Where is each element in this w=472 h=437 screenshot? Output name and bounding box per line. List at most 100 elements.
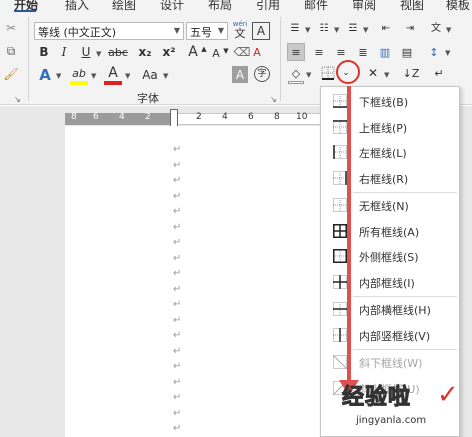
- chevron-down-icon[interactable]: ▼: [445, 49, 450, 57]
- chevron-down-icon[interactable]: ▼: [163, 72, 168, 80]
- chevron-down-icon[interactable]: ▼: [56, 72, 61, 80]
- italic-button[interactable]: I: [56, 44, 72, 60]
- chevron-down-icon[interactable]: ▼: [446, 26, 451, 34]
- annotation-arrow: [347, 86, 351, 382]
- chevron-down-icon[interactable]: ▼: [91, 72, 96, 80]
- chevron-down-icon[interactable]: ▼: [334, 26, 339, 34]
- tab-layout[interactable]: 布局: [208, 0, 232, 13]
- document-page[interactable]: [65, 126, 324, 437]
- menu-item-label: 无框线(N): [359, 200, 409, 213]
- line-spacing-icon[interactable]: ↕: [425, 43, 443, 61]
- chevron-down-icon[interactable]: ▼: [363, 26, 368, 34]
- chevron-down-icon: ▼: [173, 26, 180, 35]
- shrink-font-arrow-icon: ▼: [223, 46, 229, 55]
- justify-icon[interactable]: ≣: [354, 43, 372, 61]
- character-border-button[interactable]: A: [252, 22, 270, 40]
- menu-item-label: 右框线(R): [359, 172, 409, 186]
- bottom-border-icon: [333, 94, 347, 108]
- paragraph-mark: ↵: [173, 283, 182, 295]
- numbering-icon[interactable]: ☷: [316, 21, 332, 37]
- eraser-icon: ⌫: [233, 45, 251, 59]
- menu-item-inside-vertical-border[interactable]: 内部竖框线(V): [321, 323, 459, 348]
- paragraph-mark: ↵: [173, 221, 182, 233]
- menu-item-label: 上框线(P): [359, 121, 408, 135]
- tab-draw[interactable]: 绘图: [112, 0, 136, 13]
- menu-item-inside-borders[interactable]: 内部框线(I): [321, 270, 459, 295]
- chevron-down-icon[interactable]: ▼: [96, 50, 101, 58]
- chevron-down-icon[interactable]: ▼: [305, 26, 310, 34]
- shrink-font-button[interactable]: A: [210, 45, 222, 61]
- chinese-layout-icon[interactable]: 文: [428, 21, 444, 37]
- paragraph-mark: ↵: [173, 190, 182, 202]
- align-left-icon[interactable]: ≡: [287, 43, 305, 61]
- character-shading-button[interactable]: A: [232, 66, 248, 83]
- borders-button[interactable]: [320, 65, 336, 81]
- format-painter-icon[interactable]: 🖌: [3, 66, 19, 82]
- enclose-characters-button[interactable]: 字: [254, 66, 270, 82]
- show-formatting-icon[interactable]: ↵: [430, 65, 448, 81]
- superscript-button[interactable]: x²: [160, 44, 178, 60]
- grow-font-button[interactable]: A: [186, 43, 200, 61]
- shading-icon[interactable]: ◇: [288, 65, 304, 81]
- paragraph-mark: ↵: [173, 330, 182, 341]
- bold-button[interactable]: B: [36, 44, 52, 60]
- tab-insert[interactable]: 插入: [65, 0, 89, 13]
- paragraph-mark: ↵: [173, 407, 182, 419]
- highlight-button[interactable]: ab: [70, 65, 88, 81]
- grow-font-arrow-icon: ▲: [201, 44, 207, 53]
- ruler-number: 4: [119, 112, 125, 122]
- increase-indent-icon[interactable]: ⇥: [402, 21, 418, 37]
- ruler-number: 4: [222, 112, 228, 122]
- align-right-icon[interactable]: ≡: [332, 43, 350, 61]
- paragraph-mark: ↵: [173, 392, 182, 403]
- menu-item-top-border[interactable]: 上框线(P): [321, 115, 459, 140]
- columns-icon[interactable]: ▤: [398, 43, 416, 61]
- menu-item-no-border[interactable]: 无框线(N): [321, 193, 459, 218]
- menu-item-right-border[interactable]: 右框线(R): [321, 166, 459, 191]
- chevron-down-icon: ▼: [217, 26, 224, 35]
- text-effects-button[interactable]: A: [36, 66, 54, 84]
- menu-item-all-borders[interactable]: 所有框线(A): [321, 219, 459, 244]
- paragraph-mark: ↵: [173, 361, 182, 372]
- asian-layout-icon[interactable]: ✕: [364, 65, 382, 81]
- menu-item-outside-borders[interactable]: 外侧框线(S): [321, 244, 459, 269]
- left-border-icon: [333, 145, 347, 159]
- strikethrough-button[interactable]: abc: [106, 44, 130, 60]
- chevron-down-icon[interactable]: ▼: [306, 71, 311, 79]
- change-case-button[interactable]: Aa: [138, 66, 162, 84]
- clipboard-launcher-icon[interactable]: ↘: [14, 95, 21, 104]
- tab-review[interactable]: 审阅: [352, 0, 376, 13]
- font-dialog-launcher-icon[interactable]: ↘: [270, 95, 277, 104]
- underline-button[interactable]: U: [78, 44, 94, 60]
- tab-references[interactable]: 引用: [256, 0, 280, 13]
- subscript-button[interactable]: x₂: [136, 44, 154, 60]
- distributed-icon[interactable]: ▥: [376, 43, 394, 61]
- cut-icon[interactable]: ✂: [3, 20, 19, 36]
- copy-icon[interactable]: ⧉: [3, 43, 19, 59]
- sort-icon[interactable]: ↓Z: [402, 65, 420, 81]
- paragraph-mark: ↵: [173, 175, 182, 186]
- menu-item-bottom-border[interactable]: 下框线(B): [321, 89, 459, 114]
- font-name-value: 等线 (中文正文): [38, 26, 117, 39]
- font-color-button[interactable]: A: [104, 65, 122, 81]
- ruler-number: 6: [248, 112, 254, 122]
- font-name-select[interactable]: 等线 (中文正文) ▼: [34, 22, 184, 40]
- diagonal-down-border-icon: [332, 354, 348, 370]
- phonetic-guide-button[interactable]: wén 文: [231, 19, 249, 41]
- align-center-icon[interactable]: ≡: [310, 43, 328, 61]
- decrease-indent-icon[interactable]: ⇤: [378, 21, 394, 37]
- menu-item-left-border[interactable]: 左框线(L): [321, 140, 459, 165]
- tab-templates[interactable]: 模板: [446, 0, 470, 13]
- tab-mailings[interactable]: 邮件: [304, 0, 328, 13]
- tab-view[interactable]: 视图: [400, 0, 424, 13]
- paragraph-mark: ↵: [173, 376, 182, 388]
- menu-item-diagonal-down-border: 斜下框线(W): [321, 350, 459, 375]
- clear-formatting-button[interactable]: A: [250, 44, 264, 60]
- chevron-down-icon[interactable]: ▼: [125, 72, 130, 80]
- chevron-down-icon[interactable]: ▼: [384, 71, 389, 79]
- bullets-icon[interactable]: ☰: [287, 21, 303, 37]
- menu-item-inside-horizontal-border[interactable]: 内部横框线(H): [321, 297, 459, 322]
- multilevel-list-icon[interactable]: ☲: [345, 21, 361, 37]
- font-size-select[interactable]: 五号 ▼: [186, 22, 228, 40]
- tab-design[interactable]: 设计: [160, 0, 184, 13]
